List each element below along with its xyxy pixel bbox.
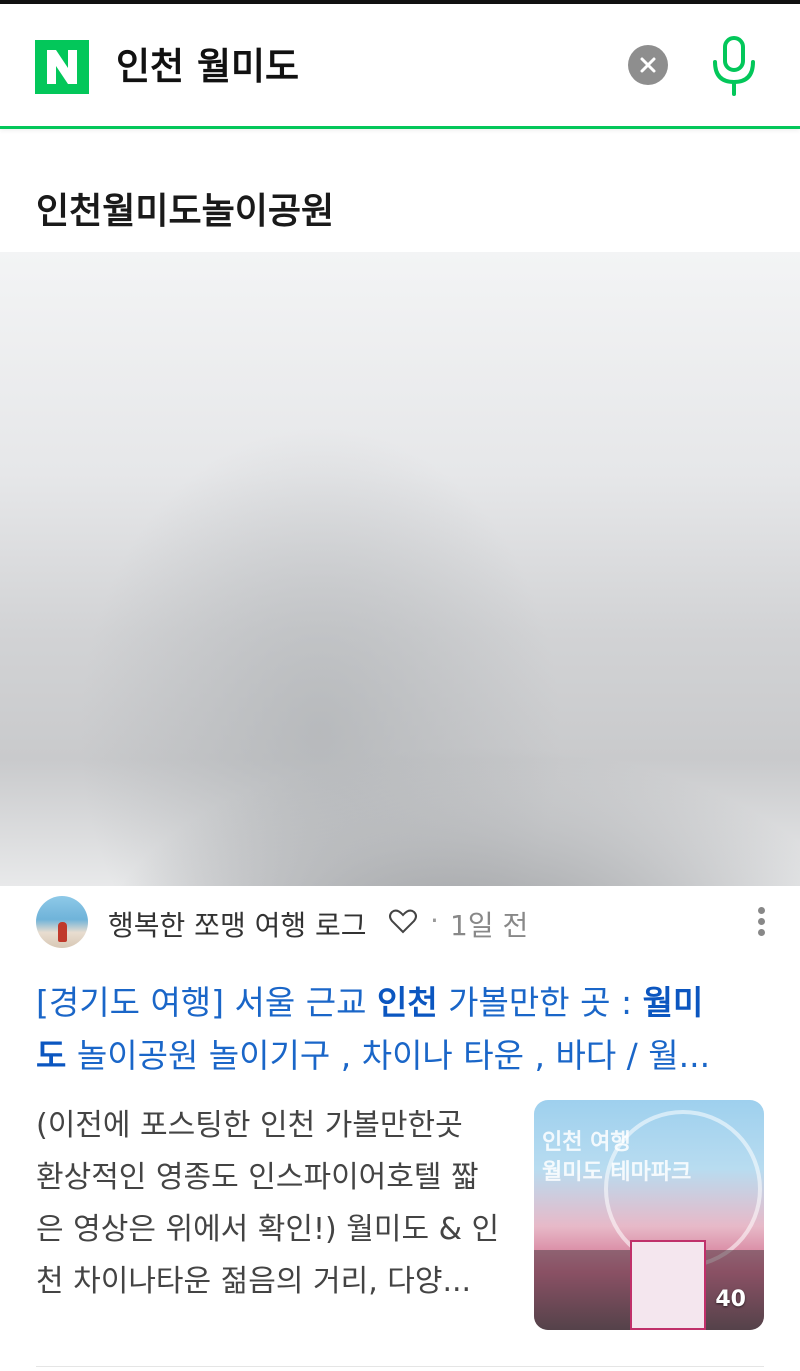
search-query-text[interactable]: 인천 월미도 bbox=[116, 40, 299, 94]
divider bbox=[36, 1366, 764, 1367]
result-thumbnail[interactable]: 인천 여행 월미도 테마파크 40 bbox=[534, 1100, 764, 1330]
thumbnail-caption: 인천 여행 월미도 테마파크 bbox=[542, 1130, 692, 1185]
image-count-badge: 40 bbox=[715, 1287, 746, 1312]
main-photo[interactable] bbox=[0, 252, 800, 886]
author-name[interactable]: 행복한 쪼맹 여행 로그 bbox=[108, 904, 367, 944]
voice-search-button[interactable] bbox=[706, 34, 762, 98]
result-snippet[interactable]: (이전에 포스팅한 인천 가볼만한곳 환상적인 영종도 인스파이어호텔 짧 은 … bbox=[36, 1100, 516, 1308]
meta-separator: · bbox=[430, 904, 439, 937]
naver-logo[interactable] bbox=[35, 40, 89, 94]
close-icon bbox=[640, 57, 656, 73]
more-options-button[interactable] bbox=[754, 904, 768, 944]
post-meta: 행복한 쪼맹 여행 로그 · 1일 전 bbox=[36, 896, 776, 950]
heart-outline-icon[interactable] bbox=[388, 906, 418, 936]
author-avatar[interactable] bbox=[36, 896, 88, 948]
result-headline[interactable]: [경기도 여행] 서울 근교 인천 가볼만한 곳 : 월미 도 놀이공원 놀이기… bbox=[36, 976, 766, 1082]
search-header: 인천 월미도 bbox=[0, 4, 800, 129]
card-title[interactable]: 인천월미도놀이공원 bbox=[36, 182, 334, 234]
more-vertical-icon bbox=[757, 907, 765, 914]
mic-icon bbox=[713, 36, 755, 96]
post-time: 1일 전 bbox=[450, 909, 529, 942]
clear-search-button[interactable] bbox=[628, 45, 668, 85]
